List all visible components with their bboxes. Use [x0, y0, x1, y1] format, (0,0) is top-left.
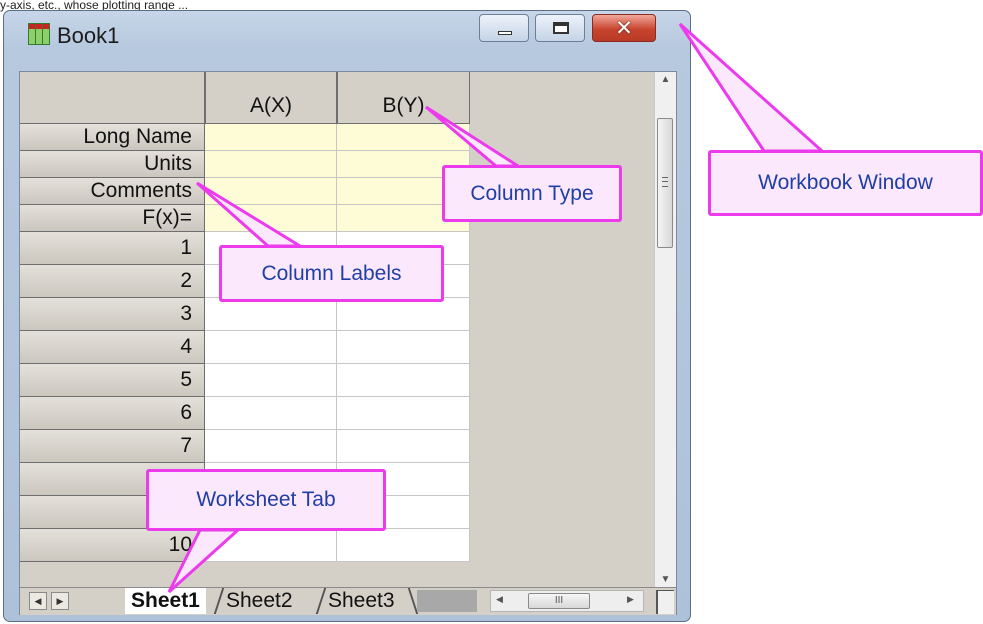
callout-workbook-window: Workbook Window [708, 150, 983, 216]
window-title: Book1 [57, 23, 120, 48]
callout-worksheet-tab: Worksheet Tab [146, 469, 386, 531]
row-header-units[interactable]: Units [20, 151, 205, 178]
label-cell[interactable] [205, 178, 337, 205]
scroll-left-icon[interactable]: ◀ [496, 594, 503, 605]
label-cell[interactable] [337, 124, 470, 151]
label-cell[interactable] [205, 124, 337, 151]
leader-workbook-window [678, 22, 826, 153]
tab-strip-empty-area [417, 590, 477, 612]
tab-divider [213, 588, 225, 614]
data-cell[interactable] [205, 397, 337, 430]
data-cell[interactable] [337, 430, 470, 463]
callout-column-labels: Column Labels [219, 245, 444, 302]
column-header-b[interactable]: B(Y) [337, 72, 470, 124]
tab-sheet2[interactable]: Sheet2 [226, 588, 293, 614]
resize-grip[interactable] [656, 590, 674, 614]
data-cell[interactable] [205, 364, 337, 397]
row-header[interactable]: 6 [20, 397, 205, 430]
maximize-icon [553, 22, 569, 34]
workbook-grid-icon [28, 23, 50, 45]
row-header[interactable]: 7 [20, 430, 205, 463]
tab-sheet1[interactable]: Sheet1 [125, 588, 206, 614]
minimize-icon [498, 31, 512, 35]
data-cell[interactable] [337, 364, 470, 397]
row-header-comments[interactable]: Comments [20, 178, 205, 205]
tab-sheet3[interactable]: Sheet3 [328, 588, 395, 614]
data-cell[interactable] [205, 529, 337, 562]
minimize-button[interactable] [479, 14, 529, 42]
close-button[interactable]: ✕ [592, 14, 656, 42]
tab-divider [315, 588, 327, 614]
row-header-fx[interactable]: F(x)= [20, 205, 205, 232]
label-cell[interactable] [205, 205, 337, 232]
vertical-scrollbar[interactable]: ▲ ▼ [654, 72, 676, 587]
horizontal-scroll-thumb[interactable]: III [528, 593, 590, 609]
column-header-a[interactable]: A(X) [205, 72, 337, 124]
data-cell[interactable] [205, 298, 337, 331]
scroll-up-icon[interactable]: ▲ [655, 74, 676, 85]
workbook-client-area: A(X) B(Y) Long Name Units Comments F(x)=… [19, 71, 677, 615]
row-header[interactable]: 5 [20, 364, 205, 397]
vertical-scroll-thumb[interactable] [657, 118, 673, 248]
data-cell[interactable] [205, 331, 337, 364]
tab-scroll-prev-icon[interactable]: ◀ [29, 592, 47, 610]
data-cell[interactable] [337, 298, 470, 331]
close-icon: ✕ [615, 16, 633, 40]
row-header-long-name[interactable]: Long Name [20, 124, 205, 151]
data-cell[interactable] [337, 331, 470, 364]
data-cell[interactable] [337, 397, 470, 430]
horizontal-scrollbar[interactable]: ◀ III ▶ [490, 590, 644, 612]
row-header[interactable]: 2 [20, 265, 205, 298]
row-header[interactable]: 10 [20, 529, 205, 562]
maximize-button[interactable] [535, 14, 585, 42]
tab-scroll-next-icon[interactable]: ▶ [51, 592, 69, 610]
row-header[interactable]: 3 [20, 298, 205, 331]
corner-header[interactable] [20, 72, 205, 124]
scroll-right-icon[interactable]: ▶ [627, 594, 634, 605]
sheet-tab-bar: ◀ ▶ Sheet1 Sheet2 Sheet3 ◀ III ▶ [20, 587, 676, 615]
label-cell[interactable] [205, 151, 337, 178]
data-cell[interactable] [205, 430, 337, 463]
scroll-down-icon[interactable]: ▼ [655, 574, 676, 585]
scroll-grip-icon [662, 177, 668, 187]
data-cell[interactable] [337, 529, 470, 562]
row-header[interactable]: 4 [20, 331, 205, 364]
row-header[interactable]: 1 [20, 232, 205, 265]
callout-column-type: Column Type [442, 165, 622, 222]
